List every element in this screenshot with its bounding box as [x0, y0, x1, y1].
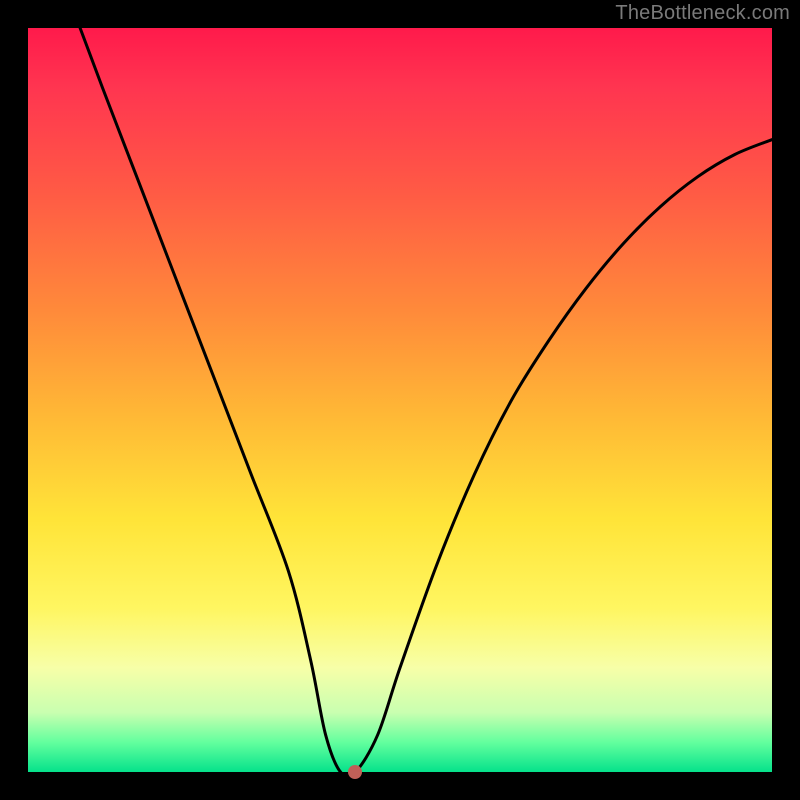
bottleneck-curve [28, 28, 772, 772]
watermark-text: TheBottleneck.com [615, 2, 790, 25]
optimal-point-marker [348, 765, 362, 779]
chart-frame: TheBottleneck.com [0, 0, 800, 800]
plot-area [28, 28, 772, 772]
